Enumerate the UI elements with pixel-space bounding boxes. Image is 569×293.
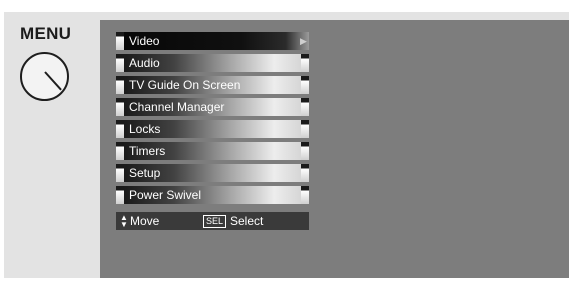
menu-item-tab-right — [301, 76, 309, 94]
menu-item-locks[interactable]: Locks — [116, 120, 309, 138]
menu-item-tab-left — [116, 54, 124, 72]
arrow-right-icon: ▶ — [300, 36, 307, 46]
menu-item-power-swivel[interactable]: Power Swivel — [116, 186, 309, 204]
menu-item-label: Power Swivel — [129, 188, 202, 202]
knob-pointer — [44, 71, 62, 91]
sel-key-icon: SEL — [203, 215, 227, 228]
menu-item-tab-left — [116, 142, 124, 160]
dial-knob-icon[interactable] — [20, 52, 69, 101]
menu-item-channel-manager[interactable]: Channel Manager — [116, 98, 309, 116]
menu-help-bar: ▲ ▼ Move SEL Select — [116, 212, 309, 230]
menu-item-label: Locks — [129, 122, 161, 136]
menu-item-tab-left — [116, 164, 124, 182]
menu-item-tab-left — [116, 186, 124, 204]
menu-item-setup[interactable]: Setup — [116, 164, 309, 182]
menu-button-label: MENU — [20, 24, 72, 43]
menu-item-label: Video — [129, 34, 160, 48]
menu-item-label: Setup — [129, 166, 161, 180]
menu-item-tab-right — [301, 142, 309, 160]
menu-item-video[interactable]: Video ▶ — [116, 32, 309, 50]
menu-item-audio[interactable]: Audio — [116, 54, 309, 72]
menu-item-tab-right — [301, 186, 309, 204]
menu-item-tab-left — [116, 76, 124, 94]
menu-item-label: Channel Manager — [129, 100, 225, 114]
menu-item-tab-left — [116, 98, 124, 116]
select-hint: Select — [230, 214, 264, 228]
menu-item-label: TV Guide On Screen — [129, 78, 241, 92]
menu-item-timers[interactable]: Timers — [116, 142, 309, 160]
menu-item-label: Timers — [129, 144, 166, 158]
main-menu-list: Video ▶ Audio TV Guide On Screen Channel… — [116, 32, 309, 208]
menu-item-tab-left — [116, 120, 124, 138]
menu-item-tab-right — [301, 98, 309, 116]
move-hint: Move — [130, 214, 160, 228]
up-down-arrows-icon: ▲ ▼ — [120, 213, 128, 229]
menu-item-tab-left — [116, 32, 124, 50]
menu-item-tab-right — [301, 164, 309, 182]
menu-item-label: Audio — [129, 56, 160, 70]
menu-item-tab-right — [301, 54, 309, 72]
menu-item-tab-right — [301, 120, 309, 138]
menu-item-tv-guide-on-screen[interactable]: TV Guide On Screen — [116, 76, 309, 94]
